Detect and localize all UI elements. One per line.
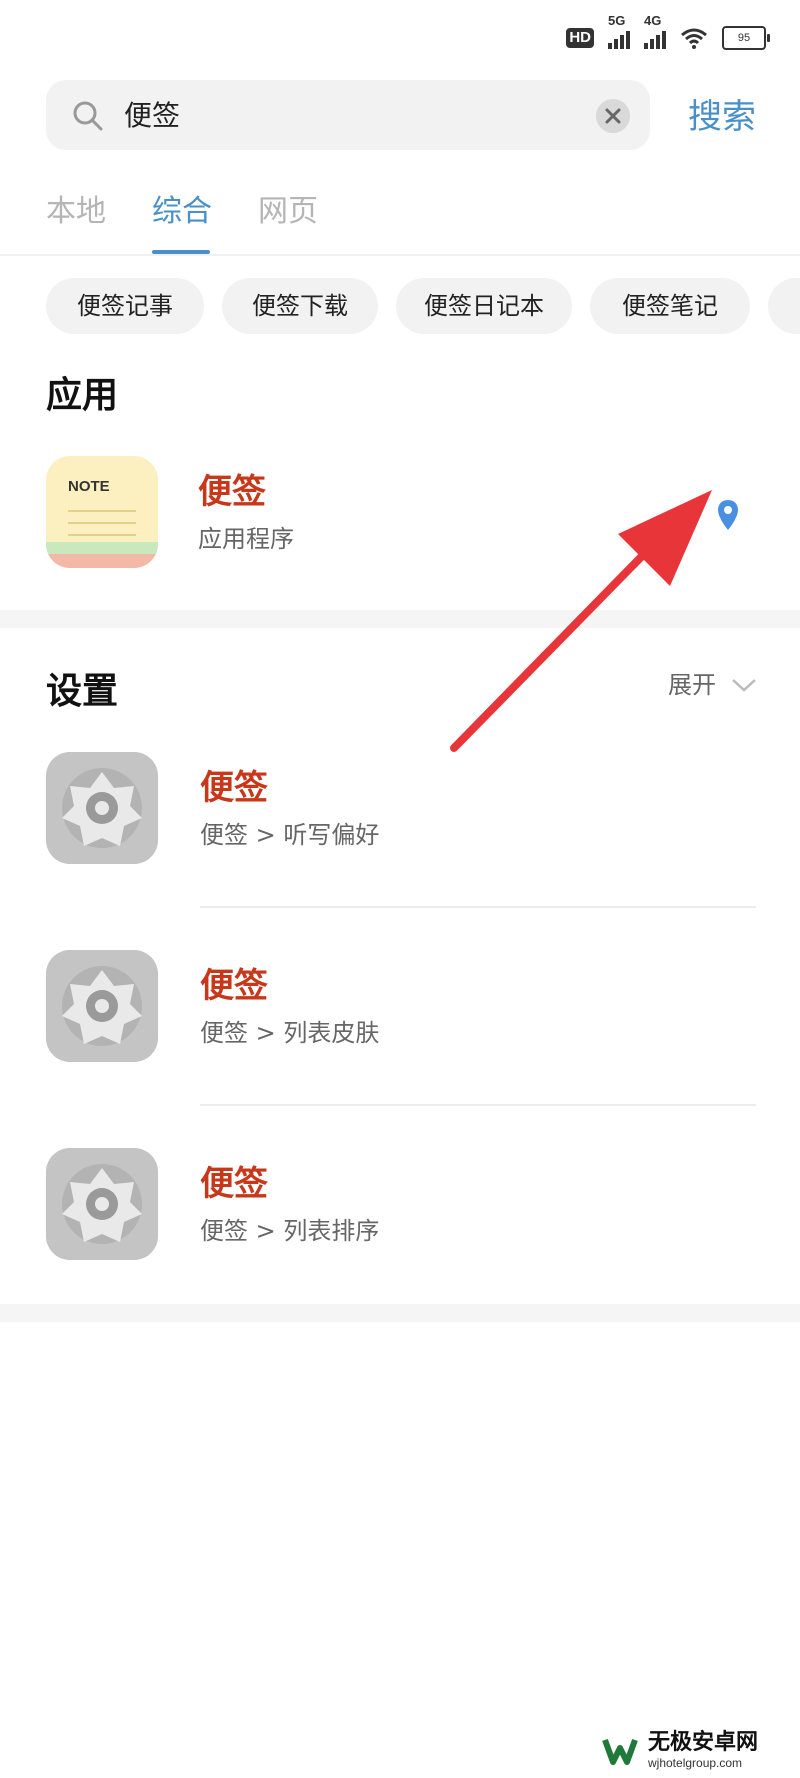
suggestion-chip-partial[interactable]: [768, 278, 800, 334]
chevron-down-icon[interactable]: [730, 674, 758, 696]
tab-local[interactable]: 本地: [46, 192, 106, 232]
search-button[interactable]: 搜索: [688, 92, 756, 142]
settings-result-subtitle: 便签 > 列表皮肤: [200, 1019, 380, 1047]
battery-icon: 95: [722, 26, 770, 50]
section-separator: [0, 1304, 800, 1322]
row-divider: [200, 1104, 756, 1106]
wifi-icon: [681, 28, 707, 49]
settings-result-title[interactable]: 便签: [200, 766, 268, 810]
settings-gear-icon[interactable]: [46, 752, 158, 864]
tab-combined[interactable]: 综合: [152, 192, 212, 232]
status-bar: HD 5G 4G 95: [566, 13, 770, 58]
suggestion-chip[interactable]: 便签记事: [46, 278, 204, 334]
signal-4g-icon: 4G: [644, 13, 666, 49]
signal-5g-icon: 5G: [608, 13, 630, 49]
settings-gear-icon[interactable]: [46, 1148, 158, 1260]
annotation-arrow: [450, 490, 712, 752]
watermark: 无极安卓网 wjhotelgroup.com: [600, 1730, 758, 1770]
watermark-url: wjhotelgroup.com: [648, 1756, 743, 1770]
note-app-icon[interactable]: NOTE: [46, 456, 158, 568]
app-result-subtitle: 应用程序: [198, 525, 294, 553]
hd-indicator: HD: [566, 28, 594, 48]
watermark-name: 无极安卓网: [648, 1730, 759, 1755]
clear-icon[interactable]: [596, 99, 630, 133]
search-icon: [73, 101, 103, 131]
settings-section-title: 设置: [46, 671, 119, 712]
suggestion-chip[interactable]: 便签日记本: [396, 278, 572, 334]
settings-result-title[interactable]: 便签: [200, 964, 268, 1008]
settings-result-subtitle: 便签 > 听写偏好: [200, 821, 380, 849]
settings-result-subtitle: 便签 > 列表排序: [200, 1217, 380, 1245]
settings-result-title[interactable]: 便签: [200, 1162, 268, 1206]
watermark-logo-icon: [600, 1730, 640, 1770]
apps-section-title: 应用: [46, 375, 119, 416]
search-input[interactable]: 便签: [124, 96, 180, 136]
suggestion-chip[interactable]: 便签笔记: [590, 278, 750, 334]
suggestion-chip[interactable]: 便签下载: [222, 278, 378, 334]
app-result-title[interactable]: 便签: [198, 470, 266, 514]
tabs-divider: [0, 254, 800, 256]
row-divider: [200, 906, 756, 908]
settings-gear-icon[interactable]: [46, 950, 158, 1062]
tab-web[interactable]: 网页: [258, 192, 318, 232]
